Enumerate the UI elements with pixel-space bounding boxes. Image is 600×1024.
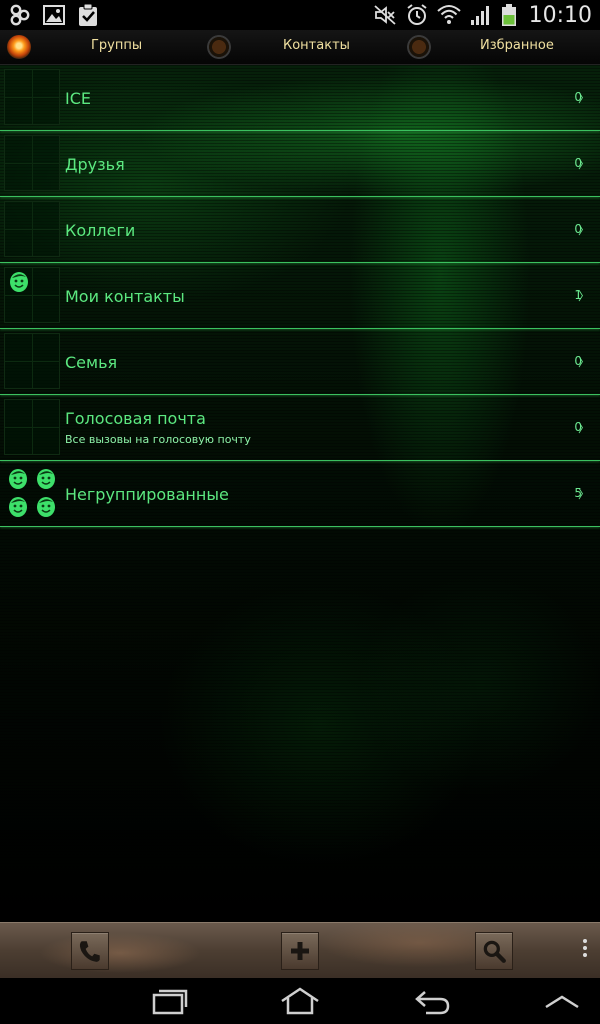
alarm-icon bbox=[406, 4, 427, 25]
group-row-family[interactable]: Семья 0 〉 bbox=[0, 329, 600, 395]
vault-boy-icon bbox=[9, 469, 27, 489]
group-name: Негруппированные bbox=[65, 485, 229, 504]
inactive-lamp-icon bbox=[207, 35, 231, 59]
group-name: Голосовая почта bbox=[65, 409, 206, 428]
clipboard-check-icon bbox=[79, 3, 97, 26]
group-name: Коллеги bbox=[65, 221, 136, 240]
search-button[interactable] bbox=[475, 932, 513, 970]
tab-bar: Группы Контакты Избранное bbox=[0, 30, 600, 65]
hide-keyboard-icon[interactable] bbox=[542, 987, 582, 1015]
dial-button[interactable] bbox=[71, 932, 109, 970]
vault-boy-icon bbox=[37, 497, 55, 517]
tab-label: Группы bbox=[91, 38, 143, 53]
wifi-icon bbox=[436, 5, 461, 24]
status-bar: 10:10 bbox=[0, 0, 600, 30]
tab-favorites[interactable]: Избранное bbox=[400, 30, 600, 64]
chevron-right-icon: 〉 bbox=[577, 355, 590, 369]
tab-groups[interactable]: Группы bbox=[0, 30, 200, 64]
empty-thumbnail bbox=[4, 399, 60, 455]
signal-icon bbox=[470, 6, 489, 25]
group-subtitle: Все вызовы на голосовую почту bbox=[65, 433, 251, 446]
empty-thumbnail bbox=[4, 201, 60, 257]
group-row-ungrouped[interactable]: Негруппированные 5 〉 bbox=[0, 461, 600, 527]
tab-label: Избранное bbox=[480, 38, 554, 53]
back-icon[interactable] bbox=[412, 987, 452, 1015]
recent-apps-icon[interactable] bbox=[150, 987, 190, 1015]
empty-thumbnail bbox=[4, 69, 60, 125]
group-name: Друзья bbox=[65, 155, 125, 174]
tab-label: Контакты bbox=[283, 38, 350, 53]
empty-thumbnail bbox=[4, 135, 60, 191]
group-name: Мои контакты bbox=[65, 287, 185, 306]
empty-thumbnail bbox=[4, 333, 60, 389]
overflow-menu-icon[interactable] bbox=[582, 939, 588, 963]
group-name: Семья bbox=[65, 353, 118, 372]
chevron-right-icon: 〉 bbox=[577, 487, 590, 501]
clock: 10:10 bbox=[528, 2, 592, 28]
group-row-voicemail[interactable]: Голосовая почта Все вызовы на голосовую … bbox=[0, 395, 600, 461]
chevron-right-icon: 〉 bbox=[577, 289, 590, 303]
mute-icon bbox=[373, 5, 396, 25]
group-name: ICE bbox=[65, 89, 91, 108]
battery-icon bbox=[501, 4, 516, 26]
phone-icon bbox=[79, 941, 100, 962]
active-lamp-icon bbox=[7, 35, 31, 59]
group-row-friends[interactable]: Друзья 0 〉 bbox=[0, 131, 600, 197]
chevron-right-icon: 〉 bbox=[577, 421, 590, 435]
pinwheel-icon bbox=[10, 4, 30, 26]
thumbnail bbox=[4, 267, 60, 323]
vault-boy-icon bbox=[9, 497, 27, 517]
thumbnail bbox=[4, 465, 60, 521]
chevron-right-icon: 〉 bbox=[577, 223, 590, 237]
vault-boy-icon bbox=[10, 272, 28, 292]
vault-boy-icon bbox=[37, 469, 55, 489]
bottom-toolbar bbox=[0, 922, 600, 979]
tab-contacts[interactable]: Контакты bbox=[200, 30, 400, 64]
add-group-button[interactable] bbox=[281, 932, 319, 970]
group-row-colleagues[interactable]: Коллеги 0 〉 bbox=[0, 197, 600, 263]
group-row-ice[interactable]: ICE 0 〉 bbox=[0, 65, 600, 131]
group-row-my-contacts[interactable]: Мои контакты 1 〉 bbox=[0, 263, 600, 329]
inactive-lamp-icon bbox=[407, 35, 431, 59]
image-icon bbox=[43, 5, 65, 25]
chevron-right-icon: 〉 bbox=[577, 157, 590, 171]
chevron-right-icon: 〉 bbox=[577, 91, 590, 105]
system-nav-bar bbox=[0, 978, 600, 1024]
groups-list: ICE 0 〉 Друзья 0 〉 Коллеги 0 〉 Мои конта… bbox=[0, 65, 600, 922]
plus-icon bbox=[291, 942, 309, 960]
home-icon[interactable] bbox=[280, 987, 320, 1015]
search-icon bbox=[483, 940, 506, 963]
